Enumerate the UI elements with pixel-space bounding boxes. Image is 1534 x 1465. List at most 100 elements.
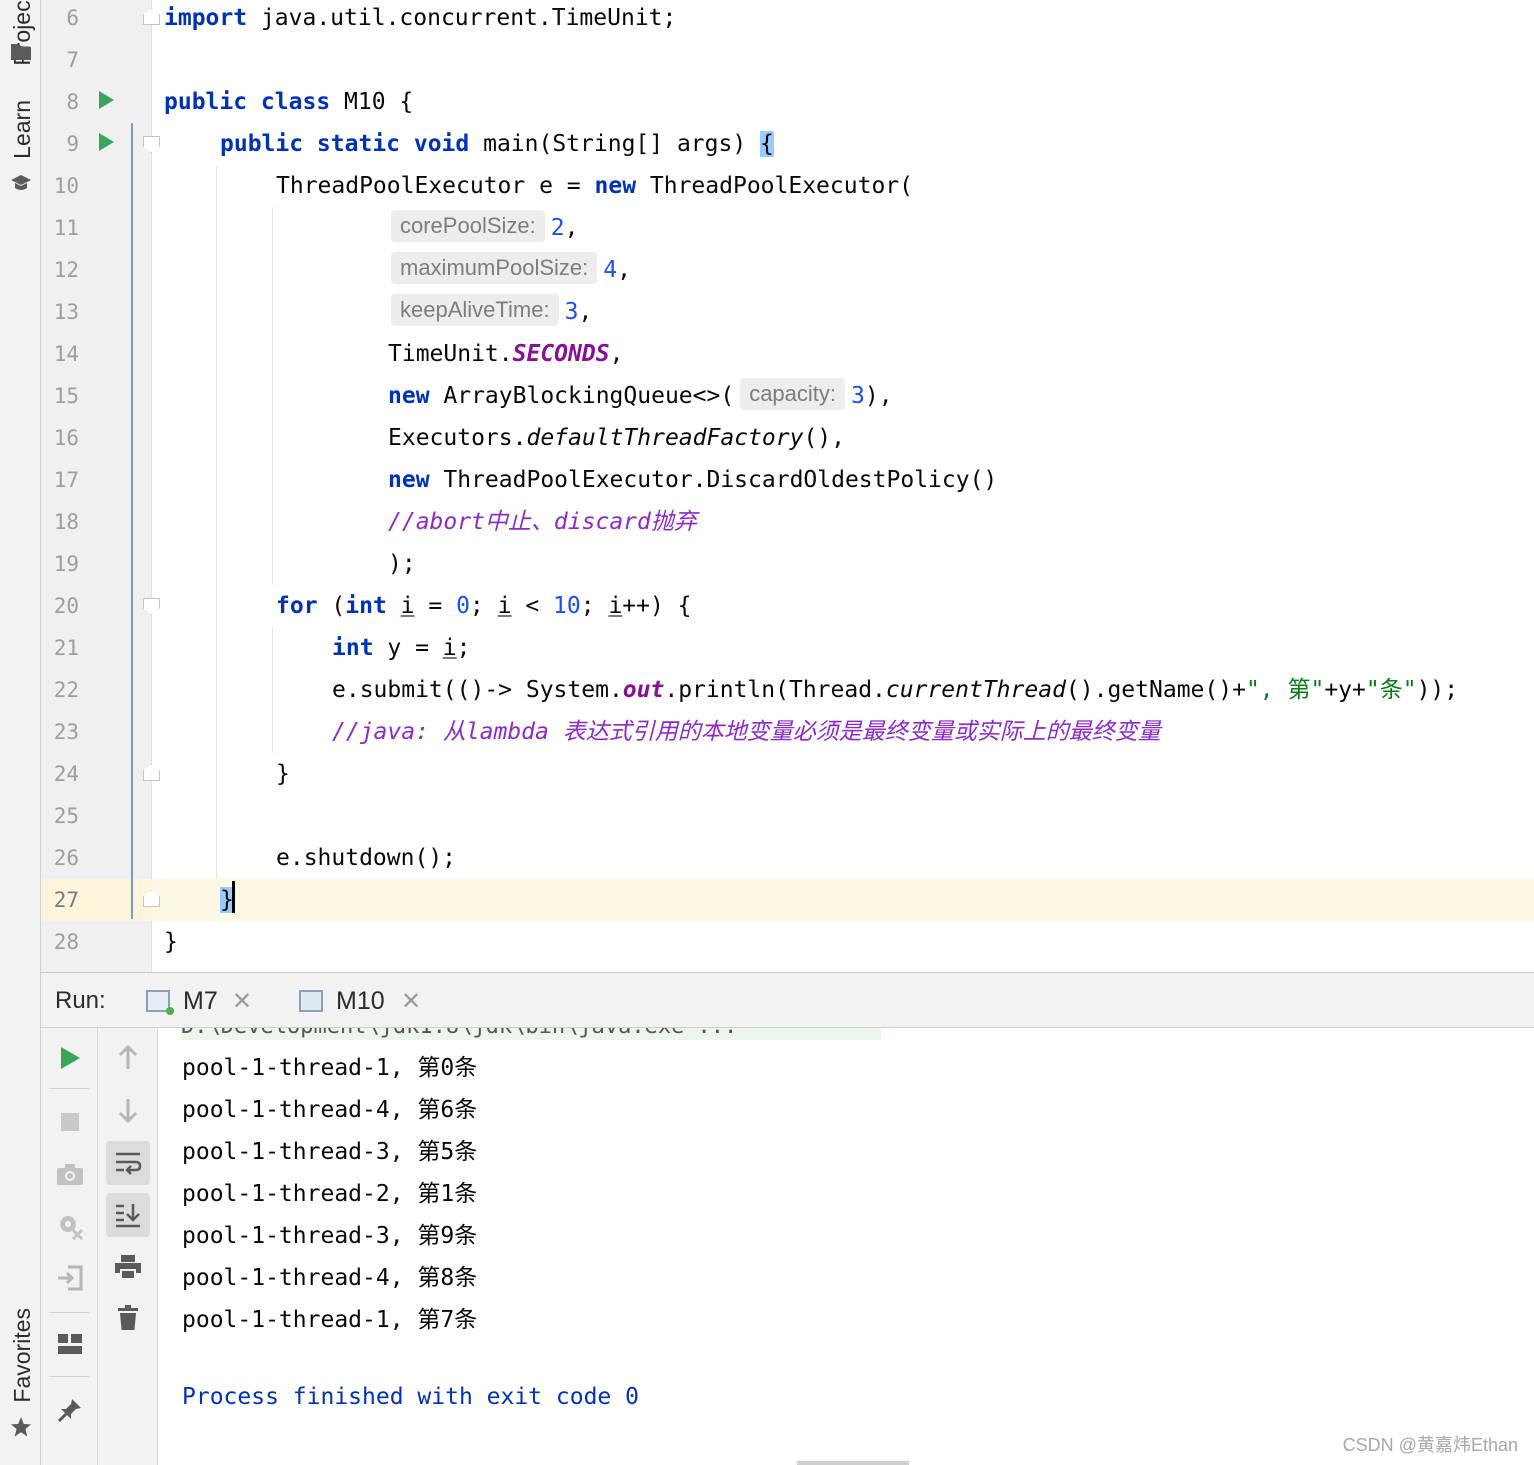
run-class-icon[interactable] (99, 91, 114, 109)
line-number: 12 (53, 258, 79, 282)
code-line-14: TimeUnit.SECONDS, (388, 341, 624, 367)
code-line-19: ); (388, 551, 416, 577)
line-number: 7 (66, 48, 79, 72)
line-number: 28 (53, 930, 79, 954)
command-line: D:\Development\jdk1.8\jdk\bin\java.exe .… (181, 1028, 881, 1040)
param-hint: corePoolSize: (391, 210, 545, 242)
tab-label: M10 (336, 987, 385, 1015)
line-number: 24 (53, 762, 79, 786)
line-number: 14 (53, 342, 79, 366)
line-number: 20 (53, 594, 79, 618)
stop-icon[interactable] (48, 1100, 92, 1144)
arrow-up-icon[interactable] (106, 1036, 150, 1080)
rerun-icon[interactable] (48, 1036, 92, 1080)
line-number: 21 (53, 636, 79, 660)
folder-icon[interactable] (10, 40, 32, 62)
console-line: pool-1-thread-3, 第9条 (182, 1223, 478, 1249)
soft-wrap-icon[interactable] (106, 1141, 150, 1185)
close-icon[interactable]: ✕ (232, 987, 252, 1016)
horizontal-scrollbar[interactable] (797, 1461, 909, 1465)
run-toolbar-primary (41, 1028, 98, 1465)
line-number: 11 (53, 216, 79, 240)
console-line: pool-1-thread-4, 第8条 (182, 1265, 478, 1291)
code-line-8: public class M10 { (164, 89, 414, 115)
console-line: pool-1-thread-4, 第6条 (182, 1097, 478, 1123)
arrow-down-icon[interactable] (106, 1088, 150, 1132)
code-line-20: for (int i = 0; i < 10; i++) { (276, 593, 692, 619)
scroll-to-end-icon[interactable] (106, 1193, 150, 1237)
param-hint: keepAliveTime: (391, 294, 559, 326)
favorites-tool-button[interactable]: Favorites (9, 1308, 36, 1403)
line-number: 6 (66, 6, 79, 30)
run-tabs-bar: Run: M7 ✕ M10 ✕ (41, 973, 1534, 1028)
console-icon (299, 990, 323, 1012)
text-caret (231, 881, 235, 913)
learn-tool-button[interactable]: Learn (9, 100, 36, 159)
code-comment-line-23: //java: 从lambda 表达式引用的本地变量必须是最终变量或实际上的最终… (332, 719, 1161, 745)
graduation-cap-icon[interactable] (10, 172, 32, 194)
close-icon[interactable]: ✕ (401, 987, 421, 1016)
code-line-16: Executors.defaultThreadFactory(), (388, 425, 845, 451)
line-number: 22 (53, 678, 79, 702)
code-line-22: e.submit(()-> System.out.println(Thread.… (332, 677, 1459, 703)
code-line-26: e.shutdown(); (276, 845, 457, 871)
camera-icon[interactable] (48, 1152, 92, 1196)
code-line-6: import java.util.concurrent.TimeUnit; (164, 5, 677, 31)
debug-settings-icon[interactable] (48, 1204, 92, 1248)
star-icon[interactable] (10, 1416, 32, 1438)
run-toolbar-secondary (98, 1028, 158, 1465)
code-line-17: new ThreadPoolExecutor.DiscardOldestPoli… (388, 467, 998, 493)
console-output[interactable]: D:\Development\jdk1.8\jdk\bin\java.exe .… (159, 1028, 1534, 1465)
console-line: pool-1-thread-3, 第5条 (182, 1139, 478, 1165)
line-number: 9 (66, 132, 79, 156)
code-line-11: corePoolSize: 2, (391, 207, 578, 249)
vcs-change-marker[interactable] (131, 123, 133, 919)
indent-guide (272, 207, 273, 585)
pin-icon[interactable] (48, 1388, 92, 1432)
run-main-icon[interactable] (99, 133, 114, 151)
line-number: 23 (53, 720, 79, 744)
code-line-13: keepAliveTime: 3, (391, 291, 592, 333)
print-icon[interactable] (106, 1245, 150, 1289)
exit-message: Process finished with exit code 0 (182, 1384, 639, 1410)
console-line: pool-1-thread-1, 第7条 (182, 1307, 478, 1333)
line-number: 19 (53, 552, 79, 576)
line-number: 27 (53, 888, 79, 912)
tool-window-strip: Project Learn Favorites (0, 0, 41, 1465)
login-icon[interactable] (48, 1256, 92, 1300)
param-hint: capacity: (740, 378, 846, 410)
watermark: CSDN @黄嘉炜Ethan (1342, 1435, 1518, 1455)
code-line-24: } (276, 761, 290, 787)
code-line-28: } (164, 929, 178, 955)
line-number: 17 (53, 468, 79, 492)
layout-icon[interactable] (48, 1322, 92, 1366)
line-number: 10 (53, 174, 79, 198)
code-line-9: public static void main(String[] args) { (220, 131, 774, 157)
console-line: pool-1-thread-2, 第1条 (182, 1181, 478, 1207)
code-line-21: int y = i; (332, 635, 471, 661)
current-line-highlight (41, 879, 1534, 921)
trash-icon[interactable] (106, 1296, 150, 1340)
run-tool-window: Run: M7 ✕ M10 ✕ pool-1-thread-1, 第0条 poo… (41, 972, 1534, 1465)
code-line-10: ThreadPoolExecutor e = new ThreadPoolExe… (276, 173, 913, 199)
run-tab-m10[interactable]: M10 ✕ (299, 973, 439, 1028)
indent-guide (272, 627, 273, 753)
line-number: 18 (53, 510, 79, 534)
code-line-27: } (220, 879, 235, 921)
console-line: pool-1-thread-1, 第0条 (182, 1055, 478, 1081)
line-number: 16 (53, 426, 79, 450)
line-number: 8 (66, 90, 79, 114)
tab-label: M7 (183, 987, 218, 1015)
param-hint: maximumPoolSize: (391, 252, 598, 284)
line-number: 13 (53, 300, 79, 324)
code-line-12: maximumPoolSize: 4, (391, 249, 631, 291)
run-label: Run: (55, 987, 106, 1014)
code-line-15: new ArrayBlockingQueue<>(capacity: 3), (388, 375, 893, 417)
line-number: 15 (53, 384, 79, 408)
code-comment-line-18: //abort中止、discard抛弃 (388, 509, 697, 535)
line-number: 25 (53, 804, 79, 828)
running-status-dot (166, 1007, 174, 1015)
code-editor[interactable]: 6 7 8 9 10 11 12 13 14 15 16 17 18 19 20… (41, 0, 1534, 972)
run-tab-m7[interactable]: M7 ✕ (146, 973, 276, 1028)
line-number: 26 (53, 846, 79, 870)
